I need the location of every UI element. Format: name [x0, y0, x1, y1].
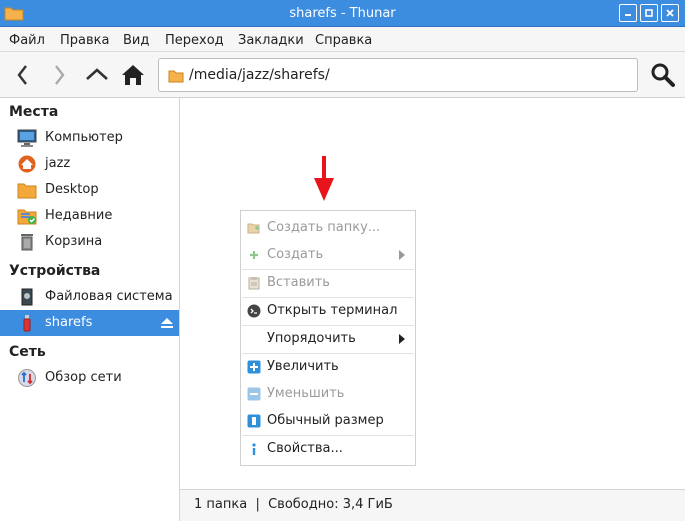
home-icon — [122, 65, 144, 85]
eject-icon[interactable] — [160, 316, 174, 330]
home-button[interactable] — [120, 62, 146, 88]
zoom-original-icon — [247, 414, 261, 428]
chevron-left-icon — [17, 65, 27, 85]
menu-label: Уменьшить — [267, 386, 345, 401]
zoom-out-icon — [247, 387, 261, 401]
menu-arrange[interactable]: Упорядочить — [241, 326, 415, 352]
arrow-down-icon — [314, 156, 334, 201]
trash-icon — [21, 234, 33, 251]
plus-icon — [250, 251, 258, 259]
menu-label: Свойства... — [267, 441, 343, 456]
maximize-button[interactable] — [640, 4, 658, 22]
menu-bookmarks[interactable]: Закладки — [238, 33, 304, 48]
sidebar-item-filesystem[interactable]: Файловая система — [0, 284, 179, 310]
menu-label: Обычный размер — [267, 413, 384, 428]
submenu-arrow-icon — [399, 250, 405, 260]
search-icon — [651, 63, 675, 87]
menu-zoom-out[interactable]: Уменьшить — [241, 381, 415, 407]
places-header: Места — [9, 104, 59, 120]
terminal-icon — [247, 304, 261, 318]
sidebar-item-network[interactable]: Обзор сети — [0, 365, 179, 391]
sidebar-item-label: Корзина — [45, 234, 103, 249]
up-button[interactable] — [84, 62, 110, 88]
menu-label: Создать папку... — [267, 220, 381, 235]
drive-icon — [21, 288, 33, 306]
sidebar-item-label: Файловая система — [45, 289, 173, 304]
submenu-arrow-icon — [399, 334, 405, 344]
menu-label: Упорядочить — [267, 331, 356, 346]
close-button[interactable] — [661, 4, 679, 22]
location-bar[interactable]: /media/jazz/sharefs/ — [158, 58, 638, 92]
toolbar: /media/jazz/sharefs/ — [0, 52, 685, 98]
chevron-up-icon — [86, 68, 108, 80]
maximize-icon — [645, 9, 653, 17]
recent-icon — [17, 209, 37, 225]
menu-label: Создать — [267, 247, 324, 262]
forward-button[interactable] — [46, 62, 72, 88]
devices-header: Устройства — [9, 263, 101, 279]
home-folder-icon — [18, 155, 36, 173]
window-title: sharefs - Thunar — [289, 6, 396, 21]
sidebar: Места Компьютер jazz Desktop Недавние Ко… — [0, 98, 180, 521]
computer-icon — [17, 129, 37, 147]
menu-properties[interactable]: Свойства... — [241, 436, 415, 462]
sidebar-item-jazz[interactable]: jazz — [0, 151, 179, 177]
sidebar-item-label: Обзор сети — [45, 370, 122, 385]
search-button[interactable] — [650, 62, 676, 88]
paste-icon — [248, 277, 260, 290]
sidebar-item-sharefs[interactable]: sharefs — [0, 310, 179, 336]
status-bar: 1 папка | Свободно: 3,4 ГиБ — [180, 489, 685, 521]
location-path[interactable]: /media/jazz/sharefs/ — [189, 67, 330, 83]
context-menu: Создать папку... Создать Вставить Открыт… — [240, 210, 416, 466]
folder-icon — [17, 183, 37, 199]
folder-icon — [168, 70, 184, 83]
chevron-right-icon — [55, 65, 65, 85]
title-bar[interactable]: sharefs - Thunar — [0, 0, 685, 27]
menu-edit[interactable]: Правка — [60, 33, 109, 48]
zoom-in-icon — [247, 360, 261, 374]
sidebar-item-label: Недавние — [45, 208, 113, 223]
sidebar-item-label: jazz — [45, 156, 71, 171]
sidebar-item-recent[interactable]: Недавние — [0, 203, 179, 229]
menu-bar: Файл Правка Вид Переход Закладки Справка — [0, 27, 685, 52]
menu-paste[interactable]: Вставить — [241, 270, 415, 296]
menu-label: Вставить — [267, 275, 330, 290]
sidebar-item-label: sharefs — [45, 315, 93, 330]
menu-label: Увеличить — [267, 359, 339, 374]
menu-help[interactable]: Справка — [315, 33, 372, 48]
sidebar-item-desktop[interactable]: Desktop — [0, 177, 179, 203]
usb-drive-icon — [23, 315, 31, 332]
sidebar-item-label: Desktop — [45, 182, 99, 197]
menu-create[interactable]: Создать — [241, 242, 415, 268]
network-header: Сеть — [9, 344, 46, 360]
menu-create-folder[interactable]: Создать папку... — [241, 215, 415, 241]
menu-open-terminal[interactable]: Открыть терминал — [241, 298, 415, 324]
sidebar-item-trash[interactable]: Корзина — [0, 229, 179, 255]
status-text: 1 папка | Свободно: 3,4 ГиБ — [194, 497, 393, 512]
menu-label: Открыть терминал — [267, 303, 398, 318]
menu-view[interactable]: Вид — [123, 33, 149, 48]
new-folder-icon — [247, 223, 260, 234]
minimize-icon — [625, 14, 631, 16]
sidebar-item-label: Компьютер — [45, 130, 123, 145]
back-button[interactable] — [10, 62, 36, 88]
network-icon — [18, 369, 36, 387]
menu-normal-size[interactable]: Обычный размер — [241, 408, 415, 434]
menu-go[interactable]: Переход — [165, 33, 224, 48]
menu-zoom-in[interactable]: Увеличить — [241, 354, 415, 380]
minimize-button[interactable] — [619, 4, 637, 22]
close-icon — [666, 9, 674, 17]
sidebar-item-computer[interactable]: Компьютер — [0, 125, 179, 151]
menu-file[interactable]: Файл — [9, 33, 45, 48]
info-icon — [252, 443, 256, 455]
